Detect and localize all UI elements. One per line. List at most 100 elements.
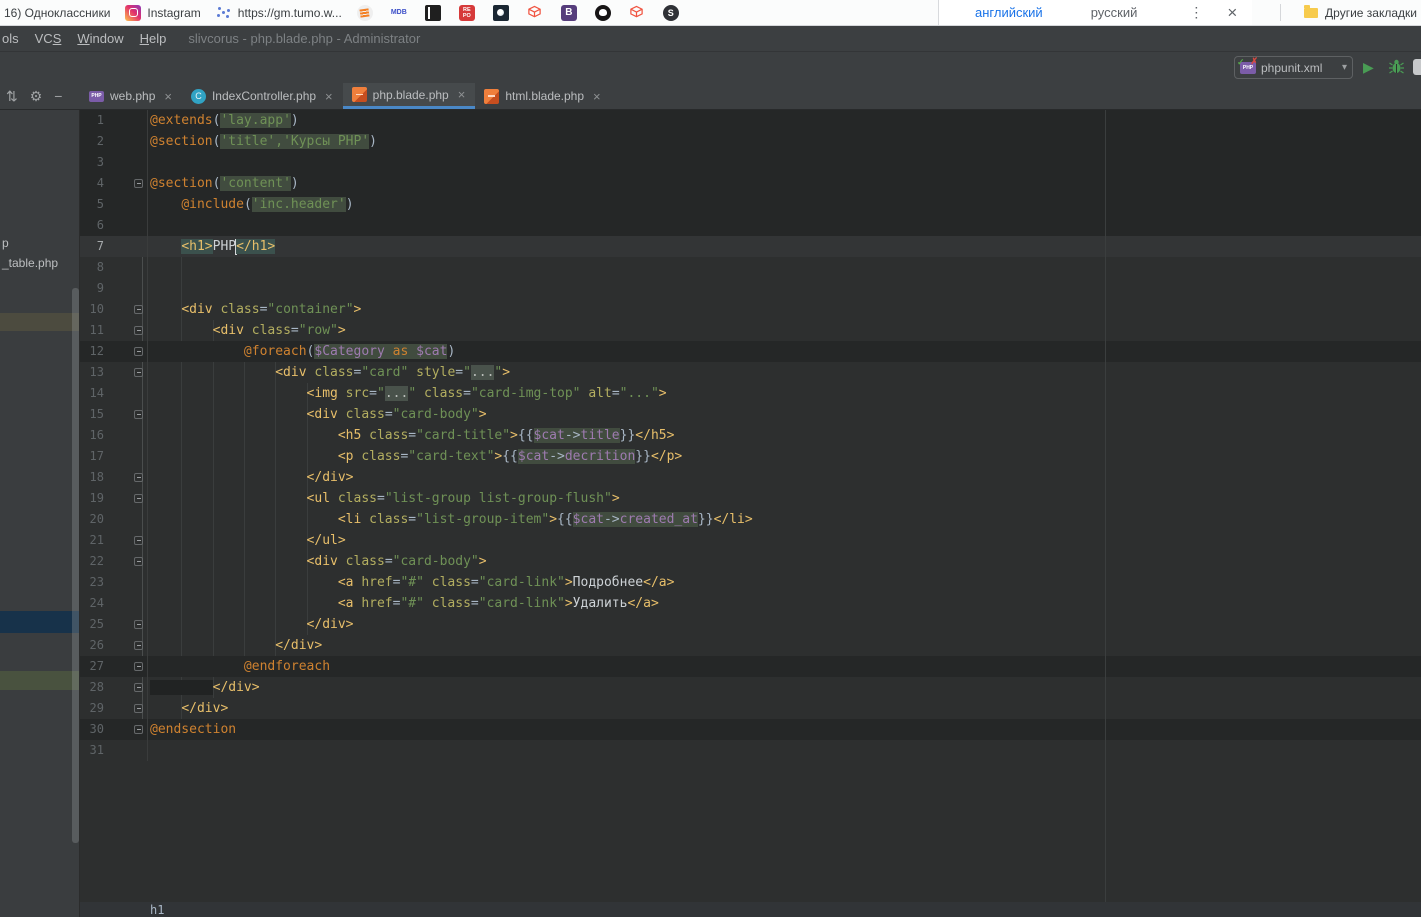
code-text: </ul>	[148, 530, 1421, 551]
code-text: <ul class="list-group list-group-flush">	[148, 488, 1421, 509]
code-token: =	[291, 323, 299, 338]
code-line: 7 <h1>PHP</h1>	[80, 236, 1421, 257]
fold-marker-icon[interactable]	[134, 641, 143, 650]
translate-options-icon[interactable]: ⋮	[1189, 4, 1203, 21]
code-token: <h5	[338, 428, 361, 443]
code-token: </h1>	[236, 239, 275, 254]
code-token: 'lay.app'	[220, 113, 290, 128]
fold-marker-icon[interactable]	[134, 473, 143, 482]
bookmark-item[interactable]: 16) Одноклассники	[0, 2, 114, 24]
code-editor[interactable]: 1@extends('lay.app')2@section('title','К…	[80, 110, 1421, 902]
bookmark-label: https://gm.tumo.w...	[238, 6, 342, 20]
code-token: =	[408, 428, 416, 443]
tab-web.php[interactable]: PHPweb.php×	[80, 83, 182, 109]
tab-close-icon[interactable]: ×	[593, 90, 601, 103]
fold-marker-icon[interactable]	[134, 536, 143, 545]
line-number: 19	[80, 488, 104, 509]
bookmark-item[interactable]	[523, 2, 547, 24]
code-token: class	[424, 596, 471, 611]
navigate-updown-icon[interactable]: ⇅	[6, 88, 18, 105]
bookmarks-bar-divider	[1280, 4, 1281, 21]
bookmark-item[interactable]: MDB	[387, 2, 411, 24]
fold-marker-icon[interactable]	[134, 494, 143, 503]
bookmark-item[interactable]: REPO	[455, 2, 479, 24]
menu-item-ols[interactable]: ols	[2, 31, 19, 46]
fold-marker-icon[interactable]	[134, 683, 143, 692]
menu-item-window[interactable]: Window	[77, 31, 123, 46]
fold-gutter	[104, 593, 148, 614]
fold-marker-icon[interactable]	[134, 179, 143, 188]
code-token: style	[408, 365, 455, 380]
other-bookmarks-button[interactable]: Другие закладки	[1304, 0, 1417, 25]
fold-gutter	[104, 299, 148, 320]
translate-target-language[interactable]: русский	[1091, 5, 1138, 20]
debug-bug-button[interactable]	[1388, 58, 1405, 80]
fold-marker-icon[interactable]	[134, 305, 143, 314]
code-token: )	[447, 344, 455, 359]
run-button[interactable]: ▶	[1363, 58, 1374, 76]
clipped-toolbar-icon[interactable]	[1413, 59, 1421, 75]
code-token: $Category	[314, 344, 384, 359]
code-text: <div class="row">	[148, 320, 1421, 341]
fold-marker-icon[interactable]	[134, 704, 143, 713]
bookmark-item[interactable]: https://gm.tumo.w...	[212, 2, 346, 24]
menu-item-vcs[interactable]: VCS	[35, 31, 62, 46]
breadcrumb-item[interactable]: h1	[150, 903, 164, 917]
code-line: 10 <div class="container">	[80, 299, 1421, 320]
tab-close-icon[interactable]: ×	[458, 88, 466, 101]
fold-marker-icon[interactable]	[134, 620, 143, 629]
moon-icon	[493, 5, 509, 21]
fold-marker-icon[interactable]	[134, 410, 143, 419]
bookmark-item[interactable]	[591, 2, 615, 24]
tab-IndexController.php[interactable]: CIndexController.php×	[182, 83, 343, 109]
translate-source-language[interactable]: английский	[975, 5, 1043, 20]
fold-marker-icon[interactable]	[134, 662, 143, 671]
code-token: 'title','Курсы PHP'	[220, 134, 369, 149]
code-area: 1@extends('lay.app')2@section('title','К…	[80, 110, 1421, 902]
tree-item[interactable]: _table.php	[2, 256, 58, 270]
code-token	[150, 386, 307, 401]
fold-marker-icon[interactable]	[134, 557, 143, 566]
hide-panel-icon[interactable]: −	[54, 88, 62, 104]
project-panel-scrollbar[interactable]	[72, 288, 79, 843]
bookmark-item[interactable]	[625, 2, 649, 24]
bookmark-item[interactable]: B	[557, 2, 581, 24]
tab-php.blade.php[interactable]: php.blade.php×	[343, 83, 476, 109]
code-line: 5 @include('inc.header')	[80, 194, 1421, 215]
code-text: <div class="card" style="...">	[148, 362, 1421, 383]
code-token: "	[377, 386, 385, 401]
fold-marker-icon[interactable]	[134, 725, 143, 734]
code-line: 4@section('content')	[80, 173, 1421, 194]
bookmark-item[interactable]: S	[659, 2, 683, 24]
menu-item-help[interactable]: Help	[140, 31, 167, 46]
code-line: 15 <div class="card-body">	[80, 404, 1421, 425]
tab-close-icon[interactable]: ×	[325, 90, 333, 103]
fold-marker-icon[interactable]	[134, 326, 143, 335]
translate-close-icon[interactable]: ×	[1227, 4, 1237, 21]
fold-marker-icon[interactable]	[134, 347, 143, 356]
tab-label: IndexController.php	[212, 89, 316, 103]
run-configuration-select[interactable]: ✓ ✗ PHP phpunit.xml ▾	[1234, 56, 1353, 79]
bookmark-item[interactable]	[353, 2, 377, 24]
code-token: =	[385, 407, 393, 422]
tab-html.blade.php[interactable]: html.blade.php×	[475, 83, 610, 109]
code-token: <p	[338, 449, 354, 464]
tree-item[interactable]: p	[2, 236, 9, 250]
code-token: $cat	[534, 428, 565, 443]
code-line: 9	[80, 278, 1421, 299]
code-token: "card-text"	[408, 449, 494, 464]
bookmark-item[interactable]: Instagram	[121, 2, 204, 24]
settings-gear-icon[interactable]: ⚙	[30, 88, 43, 105]
code-token	[150, 533, 307, 548]
code-text: </div>	[148, 677, 1421, 698]
bookmark-item[interactable]	[489, 2, 513, 24]
bookmark-label: 16) Одноклассники	[4, 6, 110, 20]
code-token: <h1>	[181, 239, 212, 254]
fold-marker-icon[interactable]	[134, 368, 143, 377]
fold-gutter	[104, 320, 148, 341]
tab-close-icon[interactable]: ×	[164, 90, 172, 103]
bookmark-item[interactable]	[421, 2, 445, 24]
code-token: "card-body"	[393, 554, 479, 569]
code-token: class	[361, 428, 408, 443]
code-token: ...	[385, 386, 408, 401]
